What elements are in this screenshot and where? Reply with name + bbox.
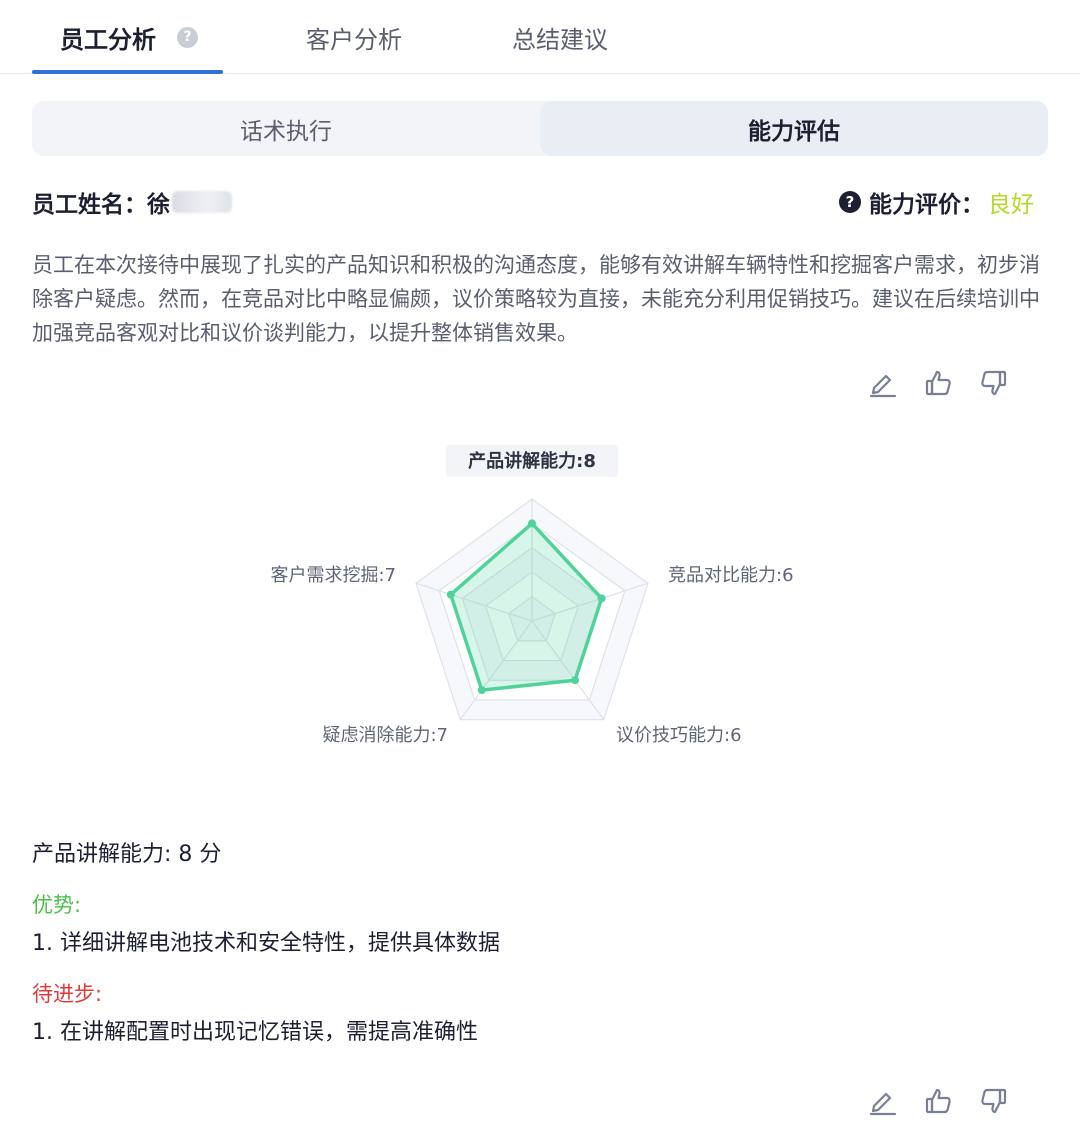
radar-point [477,686,486,695]
employee-name-label: 员工姓名： [32,192,147,218]
tab-summary-suggestions[interactable]: 总结建议 [512,0,608,74]
segment-script-execution[interactable]: 话术执行 [32,101,540,156]
tab-employee-analysis[interactable]: 员工分析 ? [60,0,198,74]
tab-employee-analysis-label: 员工分析 [60,25,156,54]
advantage-item: 1. 详细讲解电池技术和安全特性，提供具体数据 [32,931,500,956]
radar-axis-label: 议价技巧能力:6 [616,725,742,746]
advantage-label: 优势: [32,893,82,917]
help-icon[interactable]: ? [177,26,198,48]
thumbs-down-icon[interactable] [978,367,1010,399]
ability-rating-value: 良好 [988,192,1034,218]
thumbs-down-icon[interactable] [978,1085,1010,1117]
page: 员工分析 ? 客户分析 总结建议 话术执行 能力评估 员工姓名： 徐 ? 能力评… [0,0,1080,1137]
segment-script-execution-label: 话术执行 [240,118,332,145]
radar-axis-label: 疑虑消除能力:7 [322,725,448,746]
radar-axis-label: 竞品对比能力:6 [668,565,794,586]
radar-point [528,519,536,528]
radar-point [446,590,455,599]
radar-axis-label: 客户需求挖掘:7 [270,565,396,586]
thumbs-up-icon[interactable] [922,367,954,399]
summary-actions [866,367,1010,399]
detail-actions [866,1085,1010,1117]
detail-title: 产品讲解能力: 8 分 [32,842,222,867]
tab-customer-analysis[interactable]: 客户分析 [306,0,402,74]
segment-ability-assessment-label: 能力评估 [748,118,840,145]
ability-radar-chart: 产品讲解能力:8 竞品对比能力:6 议价技巧能力:6 疑虑消除能力:7 客户需求挖掘:7 [270,445,794,746]
active-tab-indicator [32,70,223,74]
question-icon[interactable]: ? [839,191,861,213]
radar-point [597,594,606,603]
tab-customer-analysis-label: 客户分析 [306,25,402,54]
edit-icon[interactable] [866,1085,898,1117]
improvement-item: 1. 在讲解配置时出现记忆错误，需提高准确性 [32,1020,478,1045]
employee-name-row: 员工姓名： 徐 [32,183,232,221]
employee-name-redacted [172,191,232,213]
evaluation-summary: 员工在本次接待中展现了扎实的产品知识和积极的沟通态度，能够有效讲解车辆特性和挖掘… [32,253,1040,345]
radar-point [571,676,580,685]
employee-name-visible: 徐 [147,192,170,218]
sub-tab-segment: 话术执行 能力评估 [32,101,1048,156]
edit-icon[interactable] [866,367,898,399]
ability-rating-label: 能力评价： [869,192,984,218]
tab-summary-suggestions-label: 总结建议 [512,25,608,54]
segment-ability-assessment[interactable]: 能力评估 [540,101,1048,156]
top-tab-bar: 员工分析 ? 客户分析 总结建议 [0,0,1080,74]
improvement-label: 待进步: [32,982,103,1006]
ability-rating: ? 能力评价： 良好 [839,183,1034,221]
radar-axis-label: 产品讲解能力:8 [468,450,596,472]
thumbs-up-icon[interactable] [922,1085,954,1117]
